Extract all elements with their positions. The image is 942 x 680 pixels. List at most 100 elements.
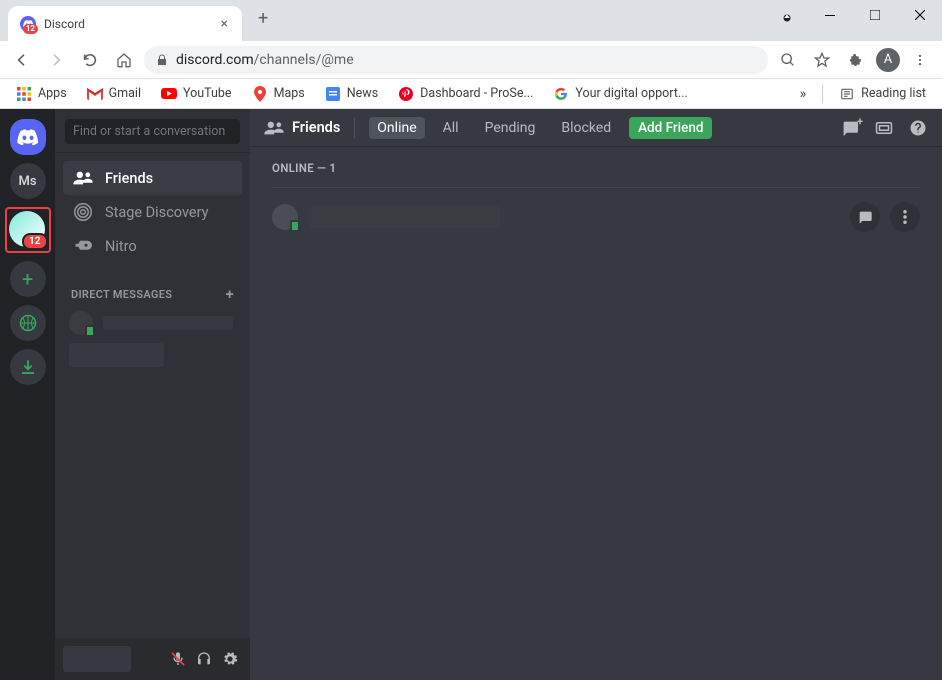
window-close[interactable]	[897, 0, 942, 30]
more-button[interactable]	[890, 202, 920, 232]
home-button[interactable]	[110, 46, 138, 74]
dm-item[interactable]	[63, 307, 242, 339]
friends-icon	[264, 120, 284, 136]
status-mobile-icon	[85, 325, 95, 337]
top-bar: Friends Online All Pending Blocked Add F…	[250, 109, 942, 147]
zoom-icon[interactable]	[774, 46, 802, 74]
main-panel: Friends Online All Pending Blocked Add F…	[250, 109, 942, 680]
settings-icon[interactable]	[218, 647, 242, 671]
window-maximize[interactable]	[852, 0, 897, 30]
bookmark-dashboard[interactable]: Dashboard - ProSe...	[390, 82, 541, 106]
bookmark-google[interactable]: Your digital opport...	[545, 82, 695, 106]
user-info-placeholder[interactable]	[63, 646, 131, 672]
gmail-icon	[87, 86, 103, 102]
friends-icon	[73, 168, 93, 188]
stage-icon	[73, 202, 93, 222]
add-friend-button[interactable]: Add Friend	[629, 117, 712, 139]
bookmark-apps[interactable]: Apps	[8, 82, 75, 106]
discord-favicon: 12	[20, 16, 36, 32]
server-list: Ms 12 +	[0, 109, 55, 680]
bookmark-label: Apps	[38, 86, 67, 101]
dm-add-icon[interactable]: +	[225, 285, 234, 303]
inbox-icon[interactable]	[874, 118, 894, 138]
pinterest-icon	[398, 86, 414, 102]
tab-pending[interactable]: Pending	[477, 117, 544, 139]
menu-icon[interactable]	[906, 46, 934, 74]
bookmark-label: News	[347, 86, 378, 101]
reload-button[interactable]	[76, 46, 104, 74]
bookmarks-bar: Apps Gmail YouTube Maps News Dashboard -…	[0, 79, 942, 109]
friend-row[interactable]	[272, 196, 920, 238]
nav-label: Nitro	[105, 238, 137, 255]
window-minimize[interactable]	[807, 0, 852, 30]
topbar-title-label: Friends	[292, 119, 340, 136]
bookmark-star-icon[interactable]	[808, 46, 836, 74]
bookmark-overflow[interactable]: »	[792, 82, 815, 106]
news-icon	[325, 86, 341, 102]
dm-header-label: DIRECT MESSAGES	[71, 288, 172, 301]
nav-label: Friends	[105, 170, 153, 187]
forward-button	[42, 46, 70, 74]
reading-list-label: Reading list	[861, 86, 926, 101]
bookmark-label: YouTube	[183, 86, 232, 101]
topbar-title: Friends	[264, 119, 340, 136]
help-icon[interactable]	[908, 118, 928, 138]
mute-mic-icon[interactable]	[166, 647, 190, 671]
address-bar[interactable]: discord.com/channels/@me	[144, 46, 768, 74]
url-domain: discord.com/channels/@me	[176, 52, 354, 68]
tab-online[interactable]: Online	[369, 117, 424, 139]
server-ms[interactable]: Ms	[10, 163, 46, 199]
add-server-button[interactable]: +	[10, 261, 46, 297]
dm-placeholder	[69, 343, 164, 367]
maps-icon	[252, 86, 268, 102]
reading-list-icon	[839, 86, 855, 102]
close-icon[interactable]: ×	[217, 16, 232, 32]
google-icon	[553, 86, 569, 102]
new-group-dm-icon[interactable]: +	[840, 118, 860, 138]
apps-icon	[16, 86, 32, 102]
back-button[interactable]	[8, 46, 36, 74]
bookmark-maps[interactable]: Maps	[244, 82, 313, 106]
tab-all[interactable]: All	[435, 117, 467, 139]
lock-icon	[156, 54, 168, 66]
tab-blocked[interactable]: Blocked	[553, 117, 619, 139]
favicon-badge: 12	[23, 24, 38, 34]
dm-header: DIRECT MESSAGES +	[55, 271, 250, 307]
browser-tabstrip: 12 Discord × +	[0, 0, 942, 41]
nitro-icon	[73, 236, 93, 256]
headphones-icon[interactable]	[192, 647, 216, 671]
bookmark-news[interactable]: News	[317, 82, 386, 106]
server-home[interactable]	[10, 119, 46, 155]
dm-name-placeholder	[103, 316, 233, 330]
status-mobile-icon	[290, 220, 300, 232]
message-button[interactable]	[850, 202, 880, 232]
youtube-icon	[161, 86, 177, 102]
bookmark-gmail[interactable]: Gmail	[79, 82, 149, 106]
extensions-icon[interactable]	[842, 46, 870, 74]
dm-avatar	[69, 311, 93, 335]
nav-label: Stage Discovery	[105, 204, 208, 221]
server-badge: 12	[22, 233, 47, 250]
profile-avatar[interactable]: A	[876, 48, 900, 72]
nav-stage-discovery[interactable]: Stage Discovery	[63, 195, 242, 229]
bookmark-youtube[interactable]: YouTube	[153, 82, 240, 106]
reading-list[interactable]: Reading list	[831, 82, 934, 106]
chromecast-icon[interactable]	[773, 4, 801, 32]
browser-tab[interactable]: 12 Discord ×	[8, 6, 242, 41]
bookmark-label: Dashboard - ProSe...	[420, 86, 533, 101]
bookmark-label: Maps	[274, 86, 305, 101]
bookmark-label: Your digital opport...	[575, 86, 687, 101]
server-highlighted[interactable]: 12	[5, 207, 51, 253]
new-tab-button[interactable]: +	[250, 4, 276, 33]
explore-servers-button[interactable]	[10, 305, 46, 341]
nav-friends[interactable]: Friends	[63, 161, 242, 195]
friend-name-placeholder	[310, 206, 500, 228]
channel-sidebar: Find or start a conversation Friends Sta…	[55, 109, 250, 680]
nav-nitro[interactable]: Nitro	[63, 229, 242, 263]
friend-avatar	[272, 204, 298, 230]
browser-toolbar: discord.com/channels/@me A	[0, 41, 942, 79]
section-header: ONLINE — 1	[272, 161, 920, 175]
search-input[interactable]: Find or start a conversation	[65, 119, 240, 144]
download-button[interactable]	[10, 349, 46, 385]
bookmark-label: Gmail	[109, 86, 141, 101]
